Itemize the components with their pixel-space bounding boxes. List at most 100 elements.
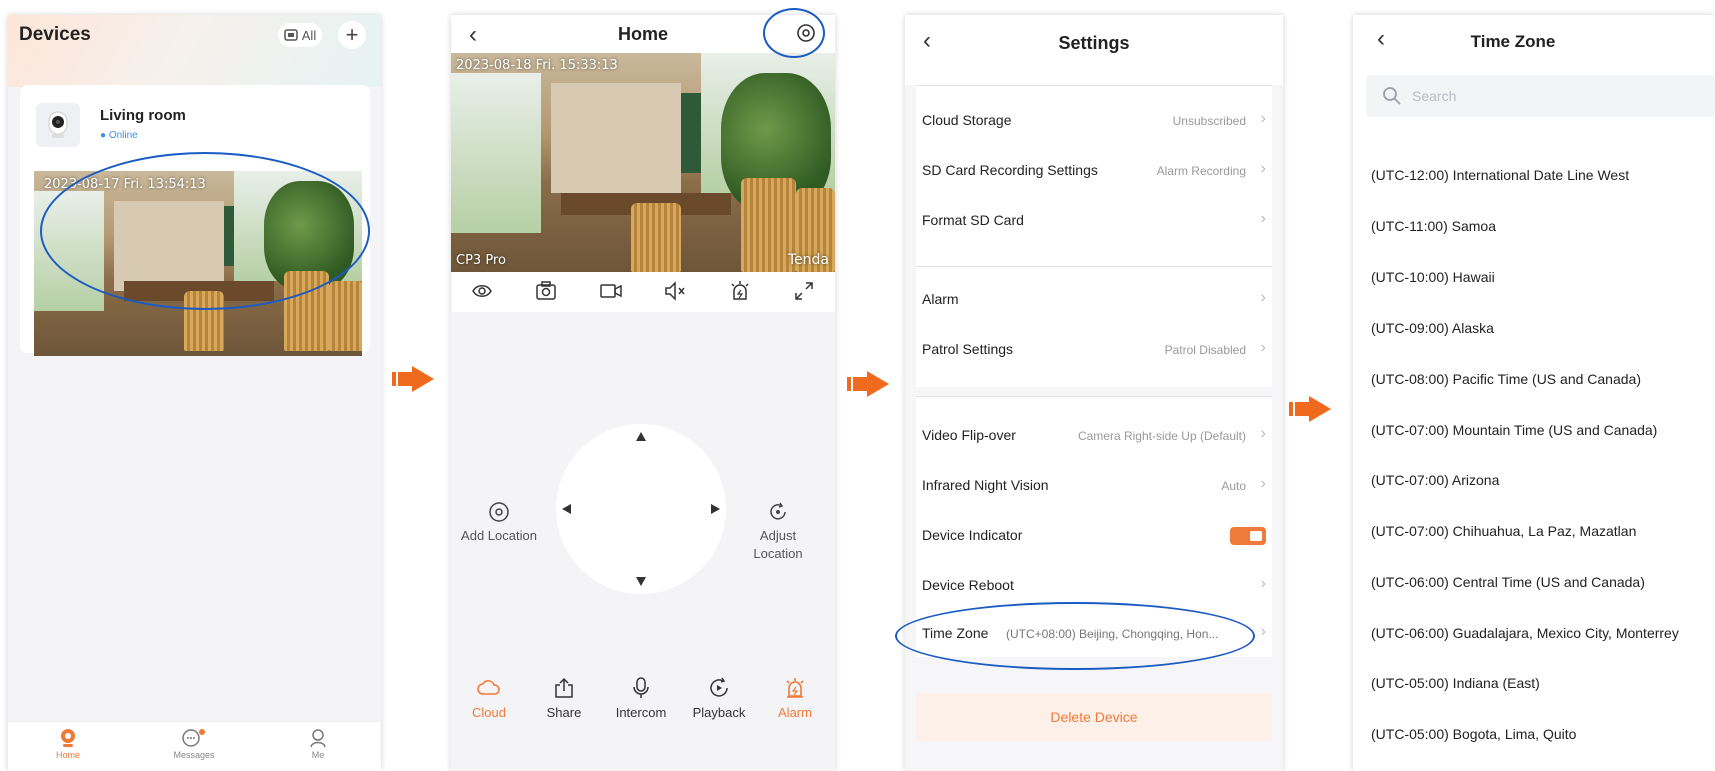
brand-watermark: Tenda <box>787 252 829 268</box>
sd-card-recording-row[interactable]: SD Card Recording Settings Alarm Recordi… <box>916 146 1272 196</box>
add-location-button[interactable]: Add Location <box>459 501 539 545</box>
settings-group-device: Video Flip-over Camera Right-side Up (De… <box>916 397 1272 657</box>
indicator-toggle[interactable] <box>1230 527 1266 545</box>
page-title: Home <box>617 24 668 44</box>
alarm-button[interactable]: Alarm <box>757 677 833 720</box>
chevron-right-icon: › <box>1260 339 1266 356</box>
tab-me[interactable]: Me <box>278 728 358 760</box>
settings-group-alarm: Alarm › Patrol Settings Patrol Disabled … <box>916 267 1272 387</box>
list-item[interactable]: (UTC-09:00) Alaska <box>1371 320 1494 336</box>
alarm-row[interactable]: Alarm › <box>916 275 1272 325</box>
device-name: Living room <box>100 107 186 124</box>
devices-header: Devices All + <box>8 15 381 87</box>
video-flip-row[interactable]: Video Flip-over Camera Right-side Up (De… <box>916 411 1272 461</box>
arrow-right-icon <box>392 366 434 392</box>
devices-screen: Devices All + Living room ● Online 2023-… <box>8 15 381 771</box>
action-bar: Cloud Share Intercom Playback Alarm <box>451 677 835 737</box>
location-add-icon <box>489 502 509 522</box>
ptz-down-icon[interactable] <box>636 577 646 586</box>
nav-bar: ‹ Home <box>451 15 835 53</box>
tab-messages[interactable]: Messages <box>154 728 234 760</box>
list-item[interactable]: (UTC-07:00) Chihuahua, La Paz, Mazatlan <box>1371 523 1636 539</box>
camera-icon <box>36 103 80 147</box>
fullscreen-icon[interactable] <box>793 280 815 302</box>
settings-group-storage: Cloud Storage Unsubscribed › SD Card Rec… <box>916 86 1272 266</box>
intercom-button[interactable]: Intercom <box>603 677 679 720</box>
format-sd-row[interactable]: Format SD Card › <box>916 196 1272 246</box>
cloud-icon <box>477 680 500 695</box>
video-controls <box>451 272 835 312</box>
grid-icon <box>284 29 298 41</box>
cloud-storage-row[interactable]: Cloud Storage Unsubscribed › <box>916 96 1272 146</box>
list-item[interactable]: (UTC-05:00) Bogota, Lima, Quito <box>1371 726 1576 742</box>
device-reboot-row[interactable]: Device Reboot › <box>916 561 1272 611</box>
page-title: Time Zone <box>1470 32 1556 51</box>
list-item[interactable]: (UTC-05:00) Indiana (East) <box>1371 675 1540 691</box>
list-item[interactable]: (UTC-07:00) Mountain Time (US and Canada… <box>1371 422 1657 438</box>
settings-screen: ‹ Settings Cloud Storage Unsubscribed › … <box>905 15 1283 771</box>
live-video[interactable]: 2023-08-18 Fri. 15:33:13 CP3 Pro Tenda <box>451 53 835 272</box>
playback-icon <box>710 677 728 697</box>
cloud-button[interactable]: Cloud <box>451 677 527 720</box>
playback-button[interactable]: Playback <box>681 677 757 720</box>
nav-bar: ‹ Time Zone <box>1353 15 1715 65</box>
plus-icon: + <box>345 22 359 47</box>
ptz-left-icon[interactable] <box>562 504 571 514</box>
chevron-right-icon: › <box>1260 575 1266 592</box>
ptz-right-icon[interactable] <box>711 504 720 514</box>
tab-home[interactable]: Home <box>28 728 108 760</box>
room-scene <box>34 171 362 356</box>
search-icon <box>1383 87 1401 105</box>
share-button[interactable]: Share <box>526 677 602 720</box>
home-screen: ‹ Home 2023-08-18 Fri. 15:33:13 CP3 Pro … <box>451 15 835 771</box>
record-icon[interactable] <box>599 280 623 302</box>
chevron-right-icon: › <box>1260 110 1266 127</box>
arrow-right-icon <box>1289 396 1331 422</box>
settings-gear-icon[interactable] <box>795 22 817 44</box>
me-icon <box>310 729 326 748</box>
chevron-right-icon: › <box>1260 623 1266 640</box>
device-indicator-row: Device Indicator <box>916 511 1272 561</box>
snapshot-icon[interactable] <box>535 280 557 302</box>
list-item[interactable]: (UTC-06:00) Central Time (US and Canada) <box>1371 574 1645 590</box>
delete-device-button[interactable]: Delete Device <box>916 693 1272 741</box>
adjust-location-button[interactable]: Adjust Location <box>738 501 818 563</box>
infrared-night-vision-row[interactable]: Infrared Night Vision Auto › <box>916 461 1272 511</box>
search-input[interactable] <box>1412 75 1702 117</box>
live-preview[interactable]: 2023-08-17 Fri. 13:54:13 <box>34 171 362 356</box>
add-device-button[interactable]: + <box>338 21 366 49</box>
model-label: CP3 Pro <box>456 253 506 268</box>
mute-icon[interactable] <box>663 280 687 302</box>
list-item[interactable]: (UTC-08:00) Pacific Time (US and Canada) <box>1371 371 1641 387</box>
all-devices-button[interactable]: All <box>278 23 322 47</box>
list-item[interactable]: (UTC-06:00) Guadalajara, Mexico City, Mo… <box>1371 625 1679 641</box>
share-icon <box>555 677 573 698</box>
list-item[interactable]: (UTC-07:00) Arizona <box>1371 472 1499 488</box>
time-zone-row[interactable]: Time Zone (UTC+08:00) Beijing, Chongqing… <box>916 609 1272 659</box>
list-item[interactable]: (UTC-11:00) Samoa <box>1371 218 1496 234</box>
ptz-control-pad[interactable] <box>556 424 726 594</box>
patrol-settings-row[interactable]: Patrol Settings Patrol Disabled › <box>916 325 1272 375</box>
device-card[interactable]: Living room ● Online 2023-08-17 Fri. 13:… <box>20 85 370 356</box>
chevron-right-icon: › <box>1260 160 1266 177</box>
preview-timestamp: 2023-08-17 Fri. 13:54:13 <box>44 177 206 192</box>
page-title: Devices <box>19 24 91 45</box>
chevron-right-icon: › <box>1260 475 1266 492</box>
location-adjust-icon <box>770 502 786 520</box>
page-title: Settings <box>1058 33 1130 53</box>
chevron-right-icon: › <box>1260 289 1266 306</box>
all-label: All <box>301 27 317 43</box>
tab-bar: Home Messages Me <box>8 721 381 771</box>
ptz-up-icon[interactable] <box>636 432 646 441</box>
microphone-icon <box>633 677 649 698</box>
alarm-icon <box>786 678 804 698</box>
eye-icon[interactable] <box>471 280 493 302</box>
messages-icon <box>182 729 205 747</box>
siren-icon[interactable] <box>729 280 751 302</box>
room-scene <box>451 53 835 272</box>
device-status: ● Online <box>100 130 138 141</box>
list-item[interactable]: (UTC-10:00) Hawaii <box>1371 269 1495 285</box>
list-item[interactable]: (UTC-12:00) International Date Line West <box>1371 167 1629 183</box>
home-icon <box>61 729 75 747</box>
video-timestamp: 2023-08-18 Fri. 15:33:13 <box>456 58 618 73</box>
